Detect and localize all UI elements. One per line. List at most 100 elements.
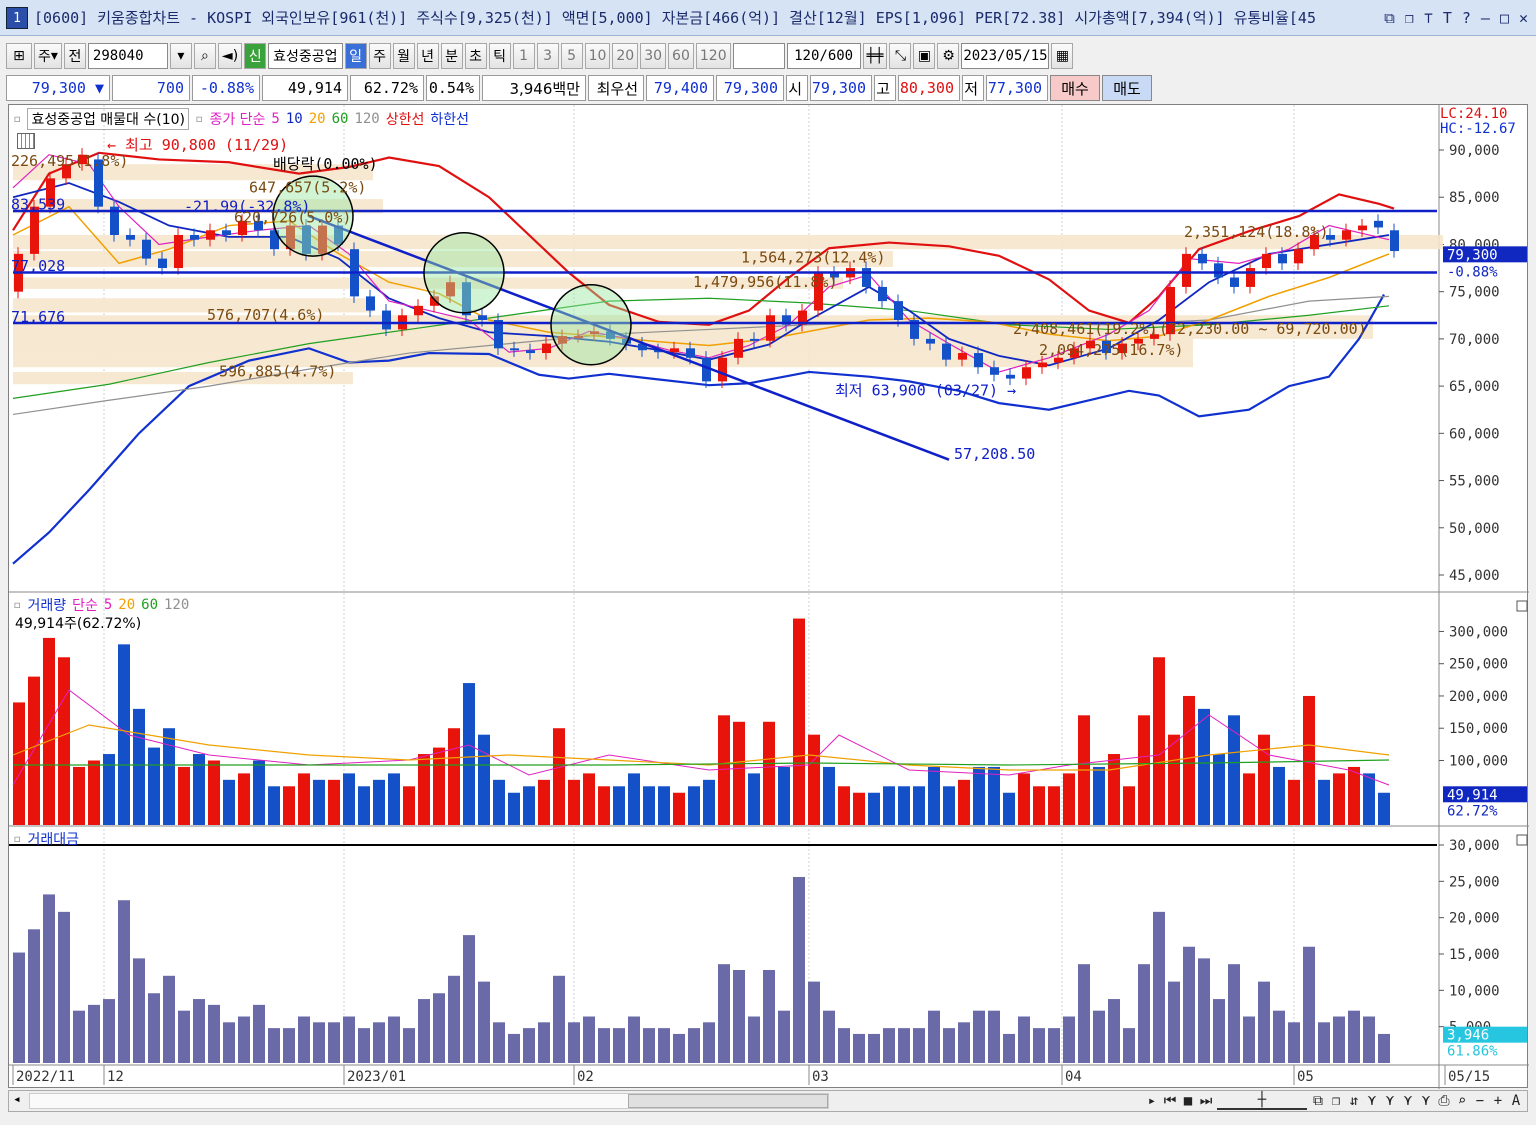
stop-icon[interactable]: ■ [1181, 1093, 1195, 1109]
amount-bar [1063, 1016, 1075, 1063]
amount-bar [1228, 964, 1240, 1063]
volume-bar [703, 779, 715, 825]
grid-menu-button[interactable]: ⊞ [6, 43, 32, 69]
tool-b-icon[interactable]: ⋎ [1365, 1093, 1379, 1109]
candle-body [158, 258, 167, 269]
tab-year[interactable]: 년 [416, 43, 439, 69]
amount-bar [598, 1028, 610, 1063]
stock-code-value: 298040 [92, 48, 144, 64]
amount-bar [73, 1010, 85, 1063]
amount-bar [1018, 1016, 1030, 1063]
scroll-track[interactable] [29, 1093, 829, 1109]
interval-10[interactable]: 10 [584, 43, 611, 69]
gear-icon[interactable]: ⚙ [937, 43, 960, 69]
text-icon[interactable]: T [1443, 9, 1452, 27]
help-icon[interactable]: ? [1462, 9, 1471, 27]
maximize-icon[interactable]: □ [1500, 9, 1509, 27]
interval-custom-input[interactable] [732, 43, 785, 69]
amount-bar [493, 1022, 505, 1063]
price-axis-label: 70,000 [1449, 332, 1500, 348]
tool-d-icon[interactable]: ⋎ [1401, 1093, 1415, 1109]
change-pct: -0.88% [192, 75, 260, 101]
zoom-out-icon[interactable]: − [1473, 1093, 1487, 1109]
candle-body [1390, 230, 1399, 252]
amount-bar [133, 958, 145, 1063]
volume-bar [1138, 715, 1150, 825]
font-icon[interactable]: A [1509, 1093, 1523, 1109]
tab-month[interactable]: 월 [392, 43, 415, 69]
amount-bar [313, 1022, 325, 1063]
chart-area[interactable]: 90,000 85,000 80,000 75,000 70,000 65,000 60,0… [8, 104, 1529, 1089]
print-icon[interactable]: ⎙ [1437, 1093, 1451, 1109]
volume-legend: ▫ 거래량 단순 5 20 60 120 [13, 595, 189, 615]
settings-grid-icon[interactable] [17, 133, 35, 149]
scroll-right-icon[interactable]: ▸ [1145, 1093, 1159, 1109]
amount-bar [163, 975, 175, 1063]
highlight-circle [423, 232, 505, 314]
crosshair-icon[interactable]: ⤡ [889, 43, 912, 69]
tab-second[interactable]: 초 [464, 43, 487, 69]
annot-low: 최저 63,900 (03/27) → [835, 382, 1016, 400]
window-icon[interactable]: ❐ [1329, 1093, 1343, 1109]
tab-day[interactable]: 일 [344, 43, 367, 69]
candle-icon[interactable]: ╪╪ [862, 43, 888, 69]
volume-bar [943, 786, 955, 825]
calendar-icon[interactable]: ▦ [1051, 43, 1074, 69]
volume-bar [523, 786, 535, 825]
tab-minute[interactable]: 분 [440, 43, 463, 69]
tab-tick[interactable]: 틱 [488, 43, 511, 69]
forward-icon[interactable]: ⏭ [1199, 1093, 1213, 1109]
stock-name-field: 효성중공업 [268, 43, 343, 69]
amount-bar [1138, 964, 1150, 1063]
zoom-slider[interactable]: ┼ [1217, 1092, 1307, 1110]
tool-a-icon[interactable]: ⇵ [1347, 1093, 1361, 1109]
zoom-icon[interactable]: ⌕ [1455, 1093, 1469, 1109]
rewind-icon[interactable]: ⏮ [1163, 1093, 1177, 1109]
sell-button[interactable]: 매도 [1102, 75, 1152, 101]
scroll-thumb[interactable] [628, 1094, 828, 1108]
chart-canvas[interactable]: 90,00085,00080,00075,00070,00065,00060,0… [9, 105, 1529, 1089]
interval-1[interactable]: 1 [512, 43, 535, 69]
vol-axis-label: 100,000 [1449, 753, 1508, 769]
date-input[interactable]: 2023/05/15 [961, 43, 1050, 69]
tab-week[interactable]: 주 [368, 43, 391, 69]
interval-120[interactable]: 120 [695, 43, 731, 69]
volume-bar [868, 792, 880, 825]
volume-bar [1153, 657, 1165, 825]
prev-button[interactable]: 전 [63, 43, 86, 69]
volume-bar [1363, 773, 1375, 825]
count-input[interactable]: 120/600 [786, 43, 861, 69]
speaker-icon[interactable]: ◄) [217, 43, 243, 69]
copy-window-icon[interactable]: ❐ [1405, 9, 1414, 27]
volume-bar [493, 779, 505, 825]
interval-60[interactable]: 60 [668, 43, 694, 69]
search-icon[interactable]: ⌕ [193, 43, 216, 69]
volume-bar [553, 728, 565, 825]
amount-bar [178, 1010, 190, 1063]
stock-code-input[interactable]: 298040 [87, 43, 168, 69]
restore-layout-icon[interactable]: ⧉ [1384, 9, 1395, 27]
chart-scrollbar[interactable]: ◂ ▸ ⏮ ■ ⏭ ┼ ⧉ ❐ ⇵ ⋎ ⋎ ⋎ ⋎ ⎙ ⌕ − + A [8, 1090, 1528, 1112]
open-price: 79,300 [810, 75, 872, 101]
amount-bar [1333, 1016, 1345, 1063]
zoom-in-icon[interactable]: + [1491, 1093, 1505, 1109]
interval-30[interactable]: 30 [640, 43, 667, 69]
interval-20[interactable]: 20 [612, 43, 639, 69]
minimize-icon[interactable]: — [1481, 9, 1490, 27]
scroll-left-icon[interactable]: ◂ [13, 1092, 21, 1107]
pin-icon[interactable]: ⊤ [1424, 9, 1433, 27]
code-dropdown-button[interactable]: ▾ [169, 43, 192, 69]
interval-5[interactable]: 5 [560, 43, 583, 69]
compare-icon[interactable]: ⧉ [1311, 1093, 1325, 1109]
buy-button[interactable]: 매수 [1050, 75, 1100, 101]
tool-e-icon[interactable]: ⋎ [1419, 1093, 1433, 1109]
tool-c-icon[interactable]: ⋎ [1383, 1093, 1397, 1109]
amount-bar [373, 1022, 385, 1063]
close-icon[interactable]: ✕ [1519, 9, 1528, 27]
price-axis-label: 50,000 [1449, 521, 1500, 537]
interval-3[interactable]: 3 [536, 43, 559, 69]
save-icon[interactable]: ▣ [913, 43, 936, 69]
period-type-select[interactable]: 주 ▾ [34, 43, 62, 69]
vol-legend-ma120: 120 [164, 597, 190, 613]
amount-bar [943, 1028, 955, 1063]
